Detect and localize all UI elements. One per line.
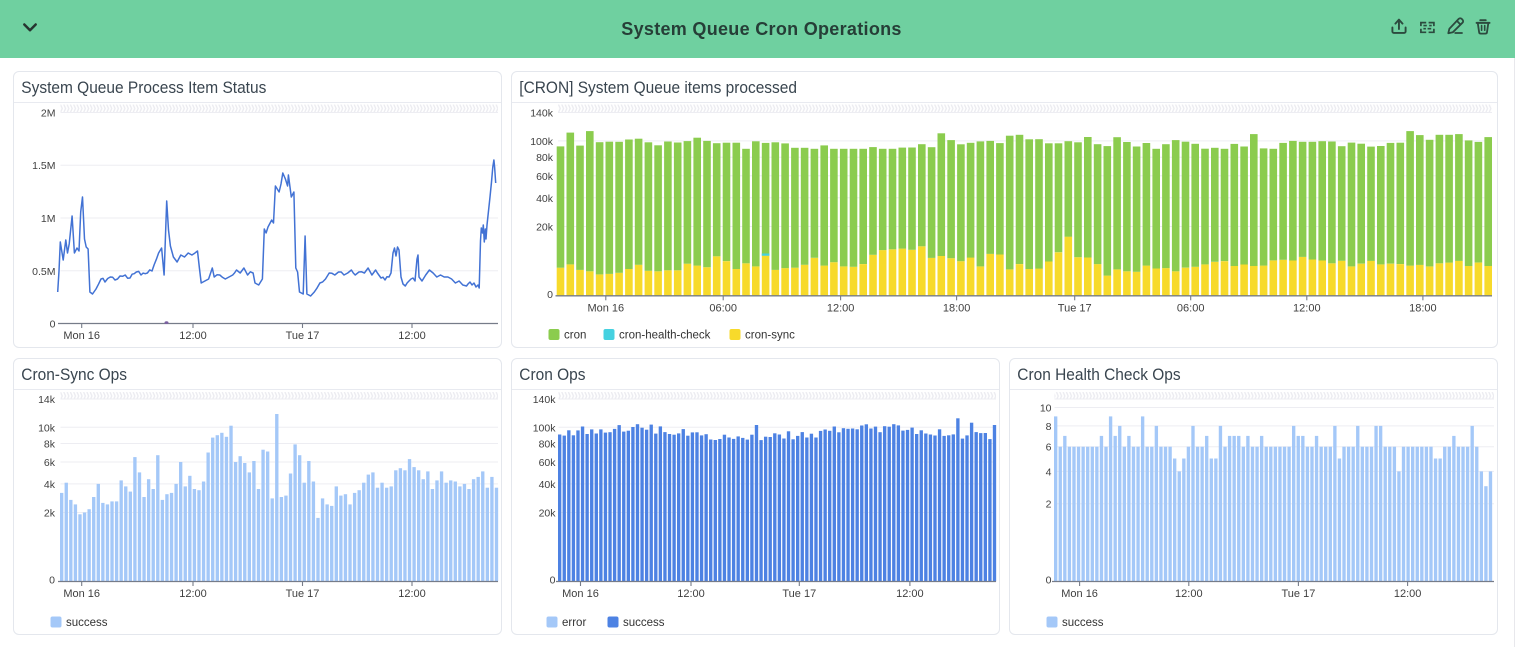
- svg-text:140k: 140k: [530, 108, 554, 120]
- svg-text:0: 0: [550, 575, 556, 587]
- svg-text:6k: 6k: [44, 457, 56, 469]
- svg-text:18:00: 18:00: [1409, 302, 1437, 314]
- svg-text:0: 0: [1046, 575, 1052, 587]
- svg-text:12:00: 12:00: [677, 588, 705, 600]
- svg-text:80k: 80k: [536, 152, 554, 164]
- svg-text:12:00: 12:00: [398, 330, 426, 342]
- svg-text:8: 8: [1046, 421, 1052, 433]
- svg-text:Tue 17: Tue 17: [286, 330, 320, 342]
- svg-text:100k: 100k: [533, 422, 557, 434]
- svg-text:12:00: 12:00: [896, 588, 924, 600]
- svg-text:4: 4: [1046, 466, 1052, 478]
- svg-text:success: success: [66, 617, 108, 629]
- svg-text:Tue 17: Tue 17: [1281, 588, 1315, 600]
- svg-text:Mon 16: Mon 16: [587, 302, 624, 314]
- svg-text:40k: 40k: [536, 193, 554, 205]
- svg-text:20k: 20k: [536, 222, 554, 234]
- svg-text:Mon 16: Mon 16: [63, 330, 100, 342]
- svg-text:Mon 16: Mon 16: [1061, 588, 1098, 600]
- svg-text:1.5M: 1.5M: [32, 160, 55, 172]
- svg-text:0: 0: [49, 575, 55, 587]
- svg-text:18:00: 18:00: [943, 302, 971, 314]
- svg-text:Mon 16: Mon 16: [562, 588, 599, 600]
- svg-text:12:00: 12:00: [1394, 588, 1422, 600]
- svg-text:0.5M: 0.5M: [32, 266, 55, 278]
- svg-text:Tue 17: Tue 17: [1058, 302, 1092, 314]
- svg-text:100k: 100k: [530, 136, 554, 148]
- svg-text:cron-health-check: cron-health-check: [619, 330, 711, 342]
- svg-text:14k: 14k: [38, 394, 56, 406]
- svg-text:0: 0: [547, 289, 553, 301]
- svg-text:2: 2: [1046, 499, 1052, 511]
- svg-text:8k: 8k: [44, 439, 56, 451]
- svg-text:success: success: [1062, 617, 1104, 629]
- svg-text:60k: 60k: [536, 171, 554, 183]
- svg-text:140k: 140k: [533, 394, 557, 406]
- svg-text:Tue 17: Tue 17: [286, 588, 320, 600]
- svg-text:80k: 80k: [539, 439, 557, 451]
- svg-text:0: 0: [50, 319, 56, 331]
- svg-text:60k: 60k: [539, 457, 557, 469]
- svg-text:06:00: 06:00: [1177, 302, 1205, 314]
- svg-text:10k: 10k: [38, 422, 56, 434]
- svg-text:4k: 4k: [44, 479, 56, 491]
- svg-text:1M: 1M: [41, 213, 56, 225]
- svg-text:6: 6: [1046, 442, 1052, 454]
- svg-text:Tue 17: Tue 17: [782, 588, 816, 600]
- svg-text:success: success: [623, 617, 665, 629]
- svg-text:12:00: 12:00: [179, 330, 207, 342]
- svg-text:Mon 16: Mon 16: [63, 588, 100, 600]
- svg-text:2k: 2k: [44, 508, 56, 520]
- svg-text:cron: cron: [564, 330, 586, 342]
- svg-text:12:00: 12:00: [1293, 302, 1321, 314]
- svg-text:12:00: 12:00: [179, 588, 207, 600]
- svg-text:cron-sync: cron-sync: [745, 330, 795, 342]
- svg-text:12:00: 12:00: [827, 302, 855, 314]
- svg-text:12:00: 12:00: [398, 588, 426, 600]
- svg-text:06:00: 06:00: [709, 302, 737, 314]
- svg-text:20k: 20k: [539, 508, 557, 520]
- svg-text:10: 10: [1040, 403, 1052, 415]
- svg-text:error: error: [562, 617, 586, 629]
- svg-text:12:00: 12:00: [1175, 588, 1203, 600]
- svg-text:2M: 2M: [41, 108, 56, 120]
- svg-text:40k: 40k: [539, 479, 557, 491]
